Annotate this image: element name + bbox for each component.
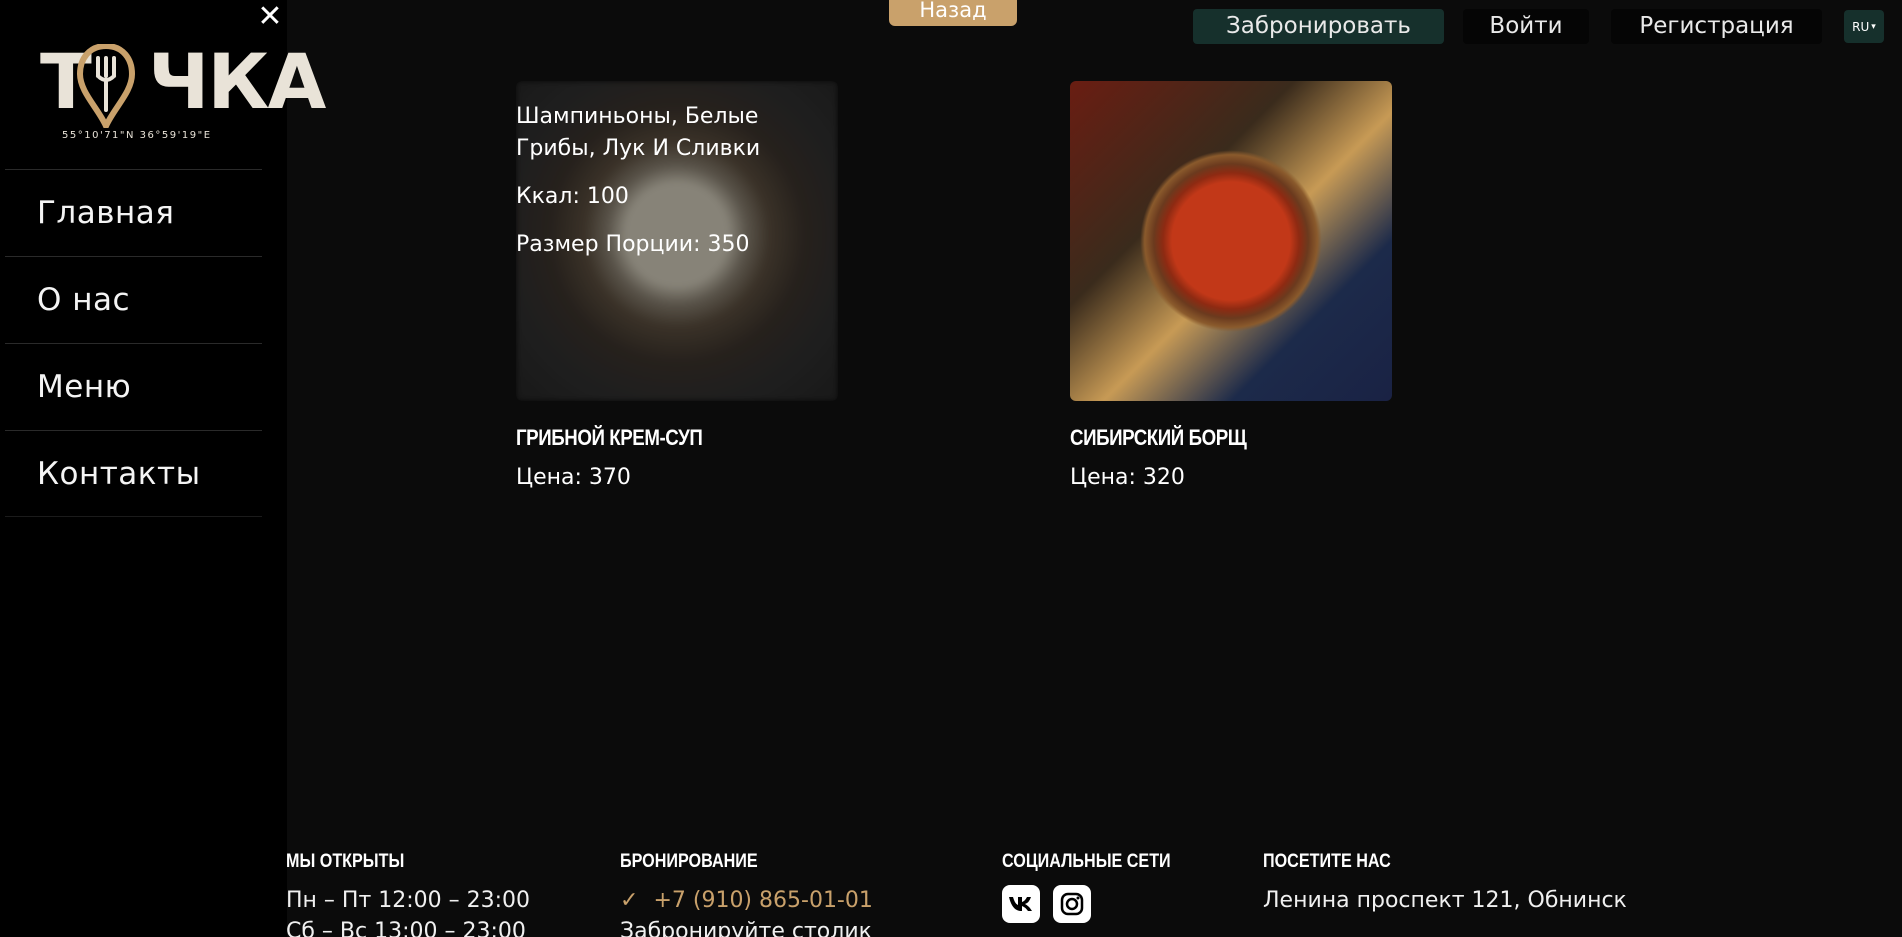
logo-wordmark: Т ЧКА: [38, 42, 326, 128]
dish-price: Цена: 370: [516, 465, 631, 490]
dish-image-borsch[interactable]: [1070, 81, 1392, 401]
dish-ingredients: Шампиньоны, Белые Грибы, Лук И Сливки: [516, 104, 761, 161]
dish-details: Шампиньоны, Белые Грибы, Лук И Сливки Кк…: [516, 101, 776, 277]
footer-booking-title: БРОНИРОВАНИЕ: [620, 851, 758, 872]
fork-pin-icon: [76, 44, 136, 128]
dish-price: Цена: 320: [1070, 465, 1185, 490]
footer-visit: ПОСЕТИТЕ НАС Ленина проспект 121, Обнинс…: [1263, 851, 1627, 916]
footer-booking: БРОНИРОВАНИЕ ✓ +7 (910) 865-01-01 Заброн…: [620, 851, 873, 937]
sidebar-item-menu[interactable]: Меню: [5, 343, 262, 430]
dish-card[interactable]: Шампиньоны, Белые Грибы, Лук И Сливки Кк…: [516, 81, 838, 490]
footer-hours-title: МЫ ОТКРЫТЫ: [286, 851, 405, 872]
sidebar-item-contacts[interactable]: Контакты: [5, 430, 262, 517]
language-label: RU: [1852, 19, 1870, 34]
logo-letters-right: ЧКА: [148, 37, 326, 126]
logo-coordinates: 55°10'71"N 36°59'19"E: [62, 130, 212, 141]
phone-number: +7 (910) 865-01-01: [653, 888, 873, 913]
vk-icon[interactable]: [1002, 885, 1040, 923]
dish-name: ГРИБНОЙ КРЕМ-СУП: [516, 425, 703, 450]
address: Ленина проспект 121, Обнинск: [1263, 888, 1627, 913]
dish-kcal: Ккал: 100: [516, 184, 629, 209]
close-icon[interactable]: ✕: [256, 2, 284, 32]
sidebar-item-about[interactable]: О нас: [5, 256, 262, 343]
register-button[interactable]: Регистрация: [1611, 9, 1822, 44]
dish-portion: Размер Порции: 350: [516, 232, 750, 257]
logo[interactable]: Т ЧКА 55°10'71"N 36°59'19"E: [38, 42, 326, 142]
language-select[interactable]: RU ▾: [1844, 10, 1884, 43]
dish-image-mushroom-soup[interactable]: Шампиньоны, Белые Грибы, Лук И Сливки Кк…: [516, 81, 838, 401]
dish-name: СИБИРСКИЙ БОРЩ: [1070, 425, 1247, 450]
footer-hours: МЫ ОТКРЫТЫ Пн – Пт 12:00 – 23:00 Сб – Вс…: [286, 851, 530, 937]
instagram-icon[interactable]: [1053, 885, 1091, 923]
back-button[interactable]: Назад: [889, 0, 1017, 26]
footer-hours-weekend: Сб – Вс 13:00 – 23:00: [286, 919, 526, 937]
login-button[interactable]: Войти: [1463, 9, 1589, 44]
sidebar: ✕ Т ЧКА 55°10'71"N 36°59'19"E Главная О …: [0, 0, 326, 937]
sidebar-item-home[interactable]: Главная: [5, 169, 262, 256]
dish-card[interactable]: СИБИРСКИЙ БОРЩ Цена: 320: [1070, 81, 1392, 490]
social-links: [1002, 885, 1200, 923]
footer-visit-title: ПОСЕТИТЕ НАС: [1263, 851, 1391, 872]
footer-social: СОЦИАЛЬНЫЕ СЕТИ: [1002, 851, 1200, 923]
sidebar-nav: Главная О нас Меню Контакты: [5, 169, 262, 517]
phone-link[interactable]: ✓ +7 (910) 865-01-01: [620, 885, 873, 916]
footer-hours-weekdays: Пн – Пт 12:00 – 23:00: [286, 888, 531, 913]
booking-text: Забронируйте столик: [620, 919, 872, 937]
check-icon: ✓: [620, 888, 639, 913]
chevron-down-icon: ▾: [1871, 21, 1876, 32]
book-button[interactable]: Забронировать: [1193, 9, 1444, 44]
footer-social-title: СОЦИАЛЬНЫЕ СЕТИ: [1002, 851, 1171, 872]
